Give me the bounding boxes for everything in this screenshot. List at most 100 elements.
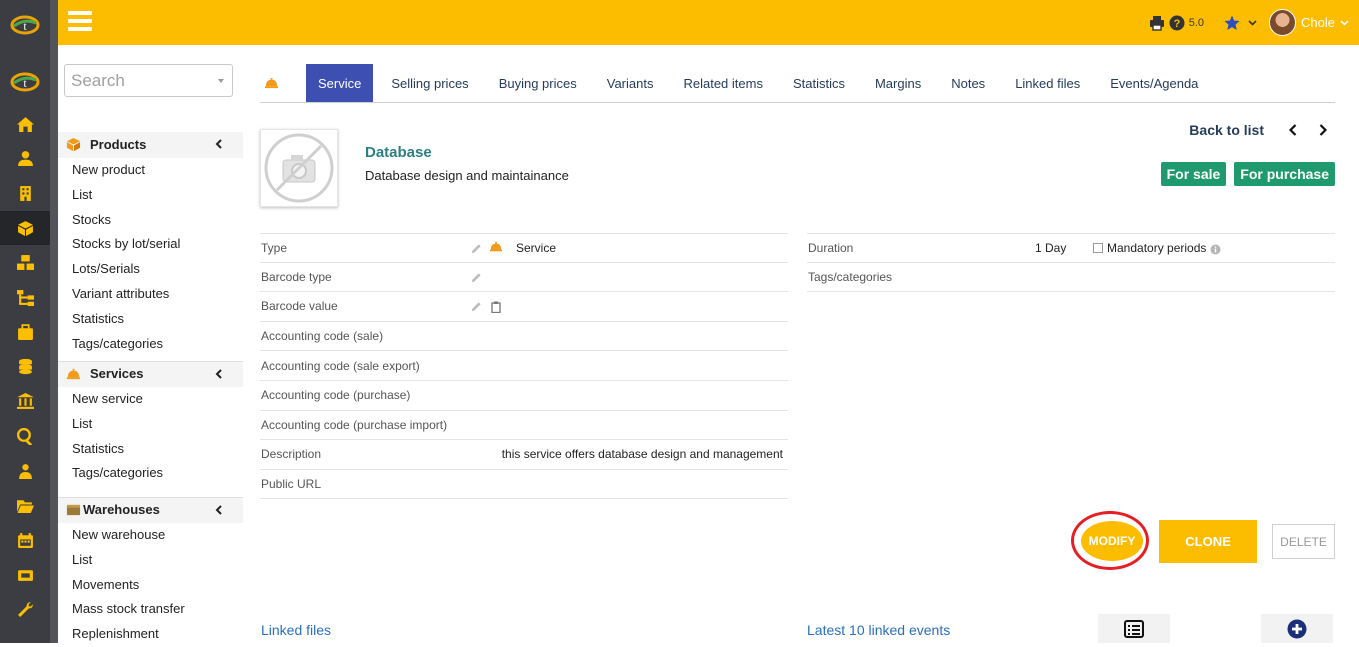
field-value: Service	[516, 240, 557, 255]
box-icon	[66, 504, 81, 516]
delete-button[interactable]: DELETE	[1272, 524, 1335, 559]
tab-bar: Service Selling prices Buying prices Varian…	[260, 64, 1335, 103]
menu-item-warehouses[interactable]: List	[58, 547, 243, 573]
info-icon[interactable]	[1210, 244, 1221, 255]
app-logo-small-icon[interactable]: t	[10, 71, 40, 93]
help-icon[interactable]: ?	[1169, 15, 1185, 31]
field-label: Duration	[808, 240, 854, 255]
service-bell-icon	[489, 241, 503, 253]
menu-item-warehouses[interactable]: Mass stock transfer	[58, 597, 243, 623]
menu-item-products[interactable]: Lots/Serials	[58, 257, 243, 282]
user-name[interactable]: Chole	[1301, 15, 1335, 30]
rail-item-users[interactable]	[0, 454, 50, 488]
menu-item-products[interactable]: Stocks	[58, 207, 243, 233]
copy-clipboard-icon[interactable]	[491, 301, 501, 314]
menu-section-warehouses: Warehouses New warehouse List Movements Mas…	[58, 497, 243, 647]
rail-item-search-dollar[interactable]	[0, 419, 50, 453]
avatar[interactable]	[1269, 9, 1297, 36]
collapse-chevron-icon[interactable]	[215, 369, 222, 379]
menu-item-products[interactable]: Variant attributes	[58, 281, 243, 307]
list-icon	[1124, 619, 1144, 638]
menu-item-services[interactable]: List	[58, 411, 243, 437]
tab-margins[interactable]: Margins	[860, 64, 936, 102]
bookmark-star-icon[interactable]	[1224, 15, 1240, 31]
field-label: Accounting code (sale)	[261, 329, 384, 344]
menu-head-services[interactable]: Services	[58, 361, 243, 385]
menu-item-warehouses[interactable]: New warehouse	[58, 523, 243, 548]
next-record-icon[interactable]	[1308, 121, 1338, 139]
tab-selling-prices[interactable]: Selling prices	[376, 64, 483, 102]
menu-section-products: Products New product List Stocks Stocks by …	[58, 132, 243, 357]
event-list-view-button[interactable]	[1098, 614, 1170, 643]
collapse-chevron-icon[interactable]	[215, 139, 222, 149]
menu-item-warehouses[interactable]: Movements	[58, 572, 243, 598]
rail-scrollbar[interactable]	[50, 0, 58, 643]
rail-item-sitemap[interactable]	[0, 281, 50, 315]
tab-service-icon[interactable]	[260, 64, 306, 102]
tab-related-items[interactable]: Related items	[668, 64, 777, 102]
menu-item-products[interactable]: Stocks by lot/serial	[58, 232, 243, 258]
no-photo-icon	[264, 133, 334, 203]
menu-item-services[interactable]: Tags/categories	[58, 461, 243, 487]
edit-pencil-icon[interactable]	[471, 272, 482, 283]
hamburger-menu-icon[interactable]	[68, 11, 92, 31]
field-row: Description this service offers database …	[260, 440, 788, 470]
edit-pencil-icon[interactable]	[471, 301, 482, 312]
rail-item-user[interactable]	[0, 142, 50, 176]
app-logo-icon[interactable]: t	[10, 14, 40, 36]
menu-item-services[interactable]: New service	[58, 387, 243, 412]
menu-item-products[interactable]: Statistics	[58, 306, 243, 332]
top-bar: ? 5.0 Chole	[58, 0, 1359, 45]
record-navigation: Back to list	[1189, 121, 1338, 139]
rail-item-cubes[interactable]	[0, 246, 50, 280]
tab-events-agenda[interactable]: Events/Agenda	[1095, 64, 1213, 102]
tab-statistics[interactable]: Statistics	[778, 64, 860, 102]
tab-buying-prices[interactable]: Buying prices	[484, 64, 592, 102]
mandatory-periods-checkbox[interactable]	[1093, 243, 1103, 253]
rail-item-wrench[interactable]	[0, 593, 50, 627]
service-photo-placeholder[interactable]	[260, 129, 338, 207]
menu-item-services[interactable]: Statistics	[58, 436, 243, 462]
rail-item-folder-open[interactable]	[0, 489, 50, 523]
rail-item-home[interactable]	[0, 107, 50, 141]
menu-item-products[interactable]: New product	[58, 158, 243, 183]
tab-variants[interactable]: Variants	[592, 64, 669, 102]
tab-linked-files[interactable]: Linked files	[1000, 64, 1095, 102]
menu-head-warehouses[interactable]: Warehouses	[58, 497, 243, 521]
cube-icon	[17, 220, 33, 236]
clone-button[interactable]: CLONE	[1159, 520, 1257, 563]
chevron-down-icon[interactable]	[1248, 19, 1257, 26]
tab-notes[interactable]: Notes	[936, 64, 1000, 102]
search-select[interactable]	[64, 64, 233, 97]
rail-item-briefcase[interactable]	[0, 315, 50, 349]
icon-rail: t t	[0, 0, 50, 643]
collapse-chevron-icon[interactable]	[215, 505, 222, 515]
field-row: Barcode value	[260, 292, 788, 322]
search-input[interactable]	[65, 65, 205, 96]
field-row: Accounting code (sale)	[260, 322, 788, 352]
add-event-button[interactable]	[1261, 614, 1333, 643]
edit-pencil-icon[interactable]	[471, 243, 482, 254]
field-row: Accounting code (purchase)	[260, 381, 788, 411]
tab-service[interactable]: Service	[306, 64, 374, 102]
menu-item-products[interactable]: List	[58, 182, 243, 208]
rail-item-calendar[interactable]	[0, 523, 50, 557]
previous-record-icon[interactable]	[1278, 121, 1308, 139]
coins-icon	[18, 359, 32, 375]
rail-item-coins[interactable]	[0, 350, 50, 384]
field-table-right: Duration 1 Day Mandatory periods Tags/ca…	[807, 233, 1335, 293]
rail-item-bank[interactable]	[0, 385, 50, 419]
user-menu-chevron-icon[interactable]	[1340, 19, 1349, 26]
search-dropdown-caret-icon[interactable]	[218, 79, 224, 83]
menu-item-products[interactable]: Tags/categories	[58, 331, 243, 357]
field-row-tags: Tags/categories	[807, 263, 1335, 293]
rail-item-building[interactable]	[0, 176, 50, 210]
print-icon[interactable]	[1149, 15, 1165, 31]
menu-item-warehouses[interactable]: Replenishment	[58, 622, 243, 647]
rail-item-ticket[interactable]	[0, 558, 50, 592]
rail-item-cube[interactable]	[0, 211, 50, 246]
back-to-list-link[interactable]: Back to list	[1189, 122, 1264, 138]
menu-head-products[interactable]: Products	[58, 132, 243, 156]
bank-icon	[16, 393, 34, 410]
status-badge-sale: For sale	[1160, 162, 1227, 186]
